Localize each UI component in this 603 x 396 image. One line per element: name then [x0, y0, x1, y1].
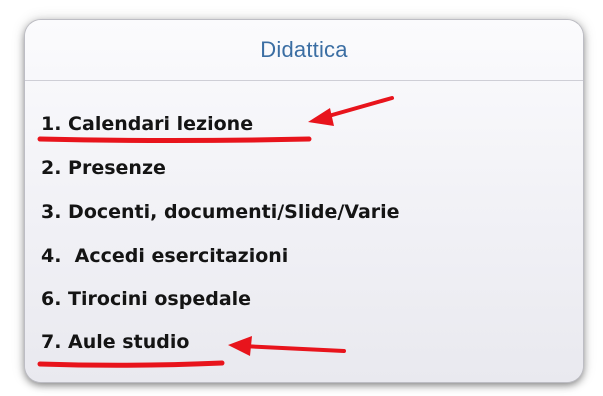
menu-item-docenti-documenti[interactable]: 3. Docenti, documenti/Slide/Varie	[41, 201, 400, 223]
page: Didattica 1. Calendari lezione 2. Presen…	[0, 0, 603, 396]
menu-item-presenze[interactable]: 2. Presenze	[41, 157, 166, 179]
title-divider	[25, 80, 583, 81]
panel-title: Didattica	[260, 37, 348, 62]
menu-item-calendari-lezione[interactable]: 1. Calendari lezione	[41, 113, 253, 135]
menu-item-tirocini-ospedale[interactable]: 6. Tirocini ospedale	[41, 288, 251, 310]
menu-item-accedi-esercitazioni[interactable]: 4. Accedi esercitazioni	[41, 245, 288, 267]
didattica-panel: Didattica 1. Calendari lezione 2. Presen…	[25, 20, 583, 382]
menu-item-aule-studio[interactable]: 7. Aule studio	[41, 331, 189, 353]
